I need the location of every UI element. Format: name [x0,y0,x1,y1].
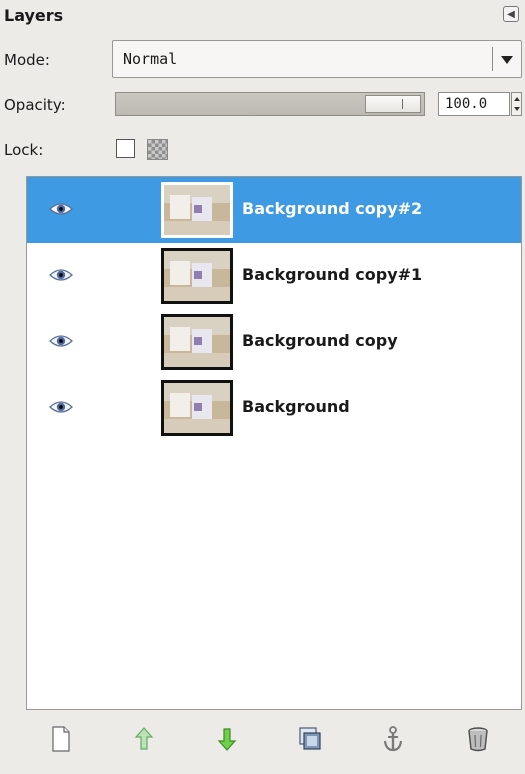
raise-layer-icon[interactable] [129,724,159,754]
layer-name: Background copy#1 [242,265,423,284]
mode-label: Mode: [4,51,50,69]
mode-value: Normal [123,50,178,68]
layers-toolbar [26,710,522,766]
eye-icon[interactable] [49,267,73,283]
spin-up-icon[interactable] [514,97,520,101]
layers-panel: Layers ◀ Mode: Normal Opacity: 100.0 Loc… [0,0,525,774]
layer-thumbnail [161,182,233,238]
duplicate-layer-icon[interactable] [295,724,325,754]
tab-menu-icon[interactable]: ◀ [503,6,519,22]
panel-title: Layers [4,6,64,25]
mode-separator [492,47,493,71]
checkerboard-icon[interactable] [147,139,168,160]
layer-name: Background [242,397,350,416]
lock-pixels-checkbox[interactable] [116,139,135,158]
opacity-label: Opacity: [4,96,66,114]
delete-layer-icon[interactable] [463,724,493,754]
opacity-input[interactable]: 100.0 [438,92,510,116]
layer-row[interactable]: Background copy [27,309,521,375]
eye-icon[interactable] [49,399,73,415]
layer-row[interactable]: Background copy#2 [27,177,521,243]
spin-down-icon[interactable] [514,107,520,111]
opacity-slider-thumb[interactable] [365,95,421,113]
eye-icon[interactable] [49,201,73,217]
eye-icon[interactable] [49,333,73,349]
layer-name: Background copy [242,331,398,350]
layer-thumbnail [161,248,233,304]
chevron-down-icon [501,56,513,64]
layer-row[interactable]: Background [27,375,521,441]
anchor-layer-icon[interactable] [378,724,408,754]
layer-thumbnail [161,380,233,436]
lower-layer-icon[interactable] [212,724,242,754]
layer-row[interactable]: Background copy#1 [27,243,521,309]
opacity-slider[interactable] [115,92,425,116]
panel-title-row: Layers ◀ [0,0,525,34]
mode-dropdown[interactable]: Normal [112,40,522,78]
layer-name: Background copy#2 [242,199,423,218]
layer-thumbnail [161,314,233,370]
layers-list[interactable]: Background copy#2 Background copy#1 Back… [26,176,522,710]
new-layer-icon[interactable] [46,724,76,754]
lock-label: Lock: [4,141,44,159]
opacity-spinner[interactable] [511,92,522,116]
